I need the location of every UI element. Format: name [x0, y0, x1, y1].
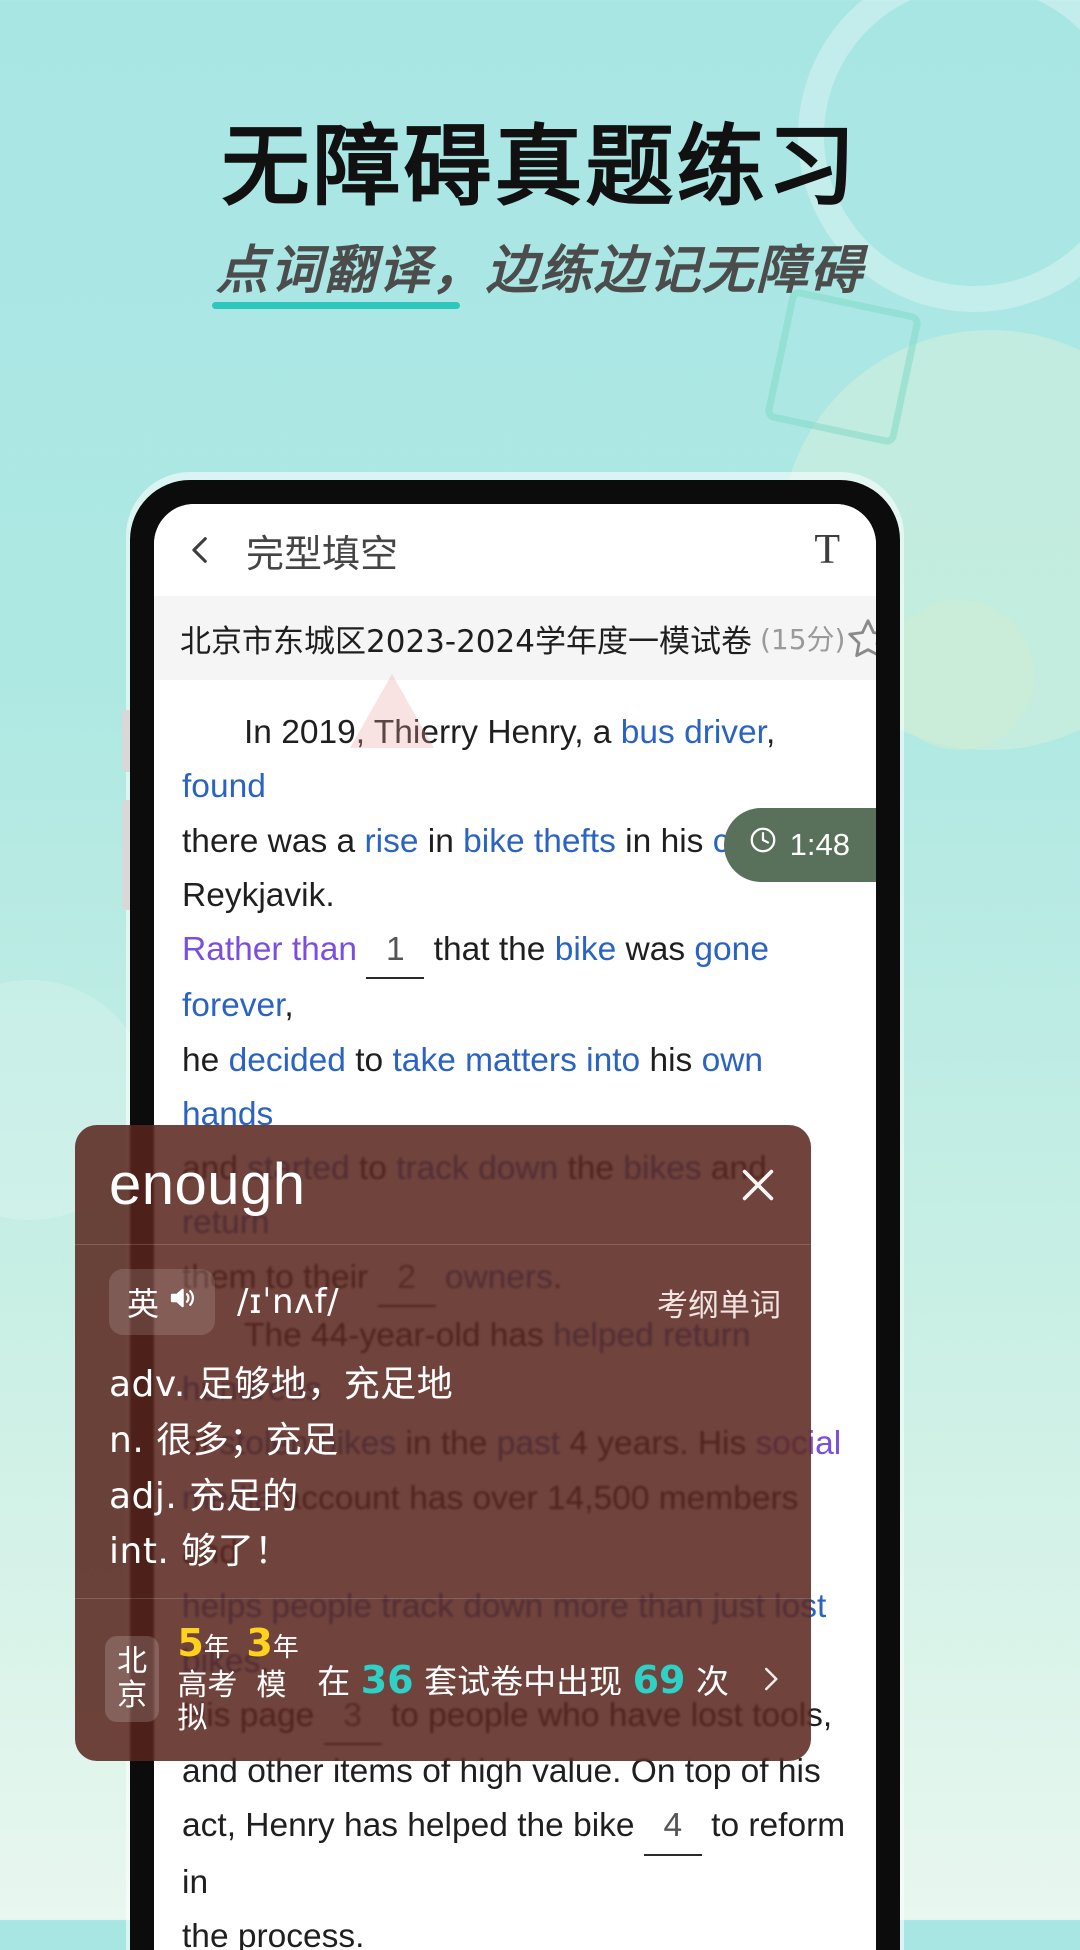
timer-value: 1:48	[789, 827, 850, 862]
promo-subhead-wrap: 点词翻译，边练边记无障碍	[0, 228, 1080, 309]
promo-underline	[211, 302, 460, 309]
gaokao-label: 高考	[177, 1667, 238, 1703]
passage-blank[interactable]: 1	[366, 923, 425, 980]
definition-list: adv. 足够地，充足地 n. 很多；充足 adj. 充足的 int. 够了！	[109, 1357, 781, 1580]
gaokao-year-unit: 年	[203, 1633, 230, 1664]
passage-selected-word[interactable]: Rather than	[182, 931, 357, 968]
passage-highlight-word[interactable]: take matters into	[393, 1042, 641, 1079]
decor-square	[763, 287, 923, 447]
page-title: 完型填空	[246, 531, 399, 576]
city-badge: 北 京	[105, 1636, 160, 1723]
promo-headline: 无障碍真题练习	[221, 115, 859, 218]
exam-years-bottom: 高考 模拟	[177, 1669, 299, 1735]
city-char-1: 北	[117, 1644, 148, 1680]
passage-text	[357, 931, 366, 968]
passage-text: his	[640, 1041, 702, 1079]
close-icon[interactable]	[735, 1162, 781, 1208]
dictionary-footer[interactable]: 北 京 5年 3年 高考 模拟 在 36 套试卷中出现 69 次	[75, 1598, 811, 1761]
promo-subhead-text: 点词翻译，边练边记无障碍	[215, 240, 864, 301]
mock-year-unit: 年	[272, 1633, 299, 1664]
papers-count: 36	[360, 1658, 414, 1703]
paper-title-row: 北京市东城区2023-2024学年度一模试卷 (15分)	[154, 596, 876, 680]
city-char-2: 京	[117, 1678, 148, 1714]
passage-text: in his	[615, 822, 713, 860]
definition-item: int. 够了！	[109, 1531, 291, 1573]
phonetic-text: /ɪˈnʌf/	[237, 1282, 340, 1322]
clock-icon	[748, 820, 778, 870]
dictionary-header: enough	[75, 1125, 811, 1245]
paper-title: 北京市东城区2023-2024学年度一模试卷	[180, 623, 752, 660]
passage-text: to	[345, 1041, 393, 1079]
decor-blob-2	[884, 600, 1034, 750]
times-count: 69	[632, 1658, 686, 1703]
passage-blank[interactable]: 4	[643, 1799, 702, 1856]
dictionary-body: 英 /ɪˈnʌf/ 考纲单词 adv. 足够地，充足地 n. 很多；充足 adj…	[75, 1245, 811, 1598]
passage-text: act, Henry has helped the bike	[182, 1807, 644, 1845]
definition-item: adv. 足够地，充足地	[109, 1364, 454, 1405]
passage-highlight-word[interactable]: rise	[364, 823, 418, 860]
stat-suffix: 次	[696, 1662, 729, 1702]
passage-text: that the	[424, 931, 555, 969]
exam-years-top: 5年 3年	[177, 1621, 299, 1666]
gaokao-years: 5	[177, 1621, 204, 1666]
exam-years-block: 5年 3年 高考 模拟	[177, 1621, 299, 1735]
passage-text: there was a	[182, 822, 365, 860]
accent-label: 英	[127, 1285, 160, 1323]
passage-text: was	[616, 931, 695, 969]
chevron-right-icon[interactable]	[755, 1664, 785, 1694]
passage-text: he	[182, 1041, 229, 1079]
passage-text: ,	[766, 714, 776, 751]
timer-badge: 1:48	[723, 808, 876, 883]
definition-item: n. 很多；充足	[109, 1419, 339, 1461]
dictionary-popup: enough 英 /ɪˈnʌf/ 考纲单词 adv. 足够地，充足地 n. 很多…	[75, 1125, 811, 1761]
stat-middle: 套试卷中出现	[424, 1662, 623, 1702]
passage-text: in	[418, 822, 464, 860]
passage-text: ,	[284, 987, 294, 1025]
play-pronunciation-button[interactable]: 英	[109, 1269, 216, 1335]
promo-subhead: 点词翻译，边练边记无障碍	[211, 228, 864, 309]
passage-text: the process.	[182, 1917, 365, 1950]
app-bar: 完型填空 T	[154, 504, 876, 596]
paper-score: (15分)	[759, 623, 846, 656]
font-size-icon[interactable]: T	[814, 526, 846, 574]
passage-highlight-word[interactable]: bus driver	[621, 714, 766, 751]
star-outline-icon[interactable]	[845, 615, 876, 661]
pronunciation-row: 英 /ɪˈnʌf/ 考纲单词	[109, 1269, 781, 1335]
word-tag: 考纲单词	[657, 1287, 781, 1324]
stat-prefix: 在	[317, 1662, 351, 1702]
passage-highlight-word[interactable]: bike thefts	[463, 823, 616, 860]
passage-highlight-word[interactable]: decided	[229, 1042, 346, 1079]
dictionary-word: enough	[109, 1152, 306, 1217]
occurrence-stats: 在 36 套试卷中出现 69 次	[317, 1655, 737, 1703]
mock-years: 3	[246, 1621, 273, 1666]
chevron-left-icon[interactable]	[184, 533, 218, 567]
passage-highlight-word[interactable]: bike	[555, 931, 616, 968]
definition-item: adj. 充足的	[109, 1475, 299, 1517]
occurrence-line: 在 36 套试卷中出现 69 次	[317, 1655, 729, 1703]
watermark-triangle-icon	[350, 674, 434, 748]
speaker-icon	[167, 1283, 197, 1321]
passage-highlight-word[interactable]: found	[182, 768, 266, 805]
